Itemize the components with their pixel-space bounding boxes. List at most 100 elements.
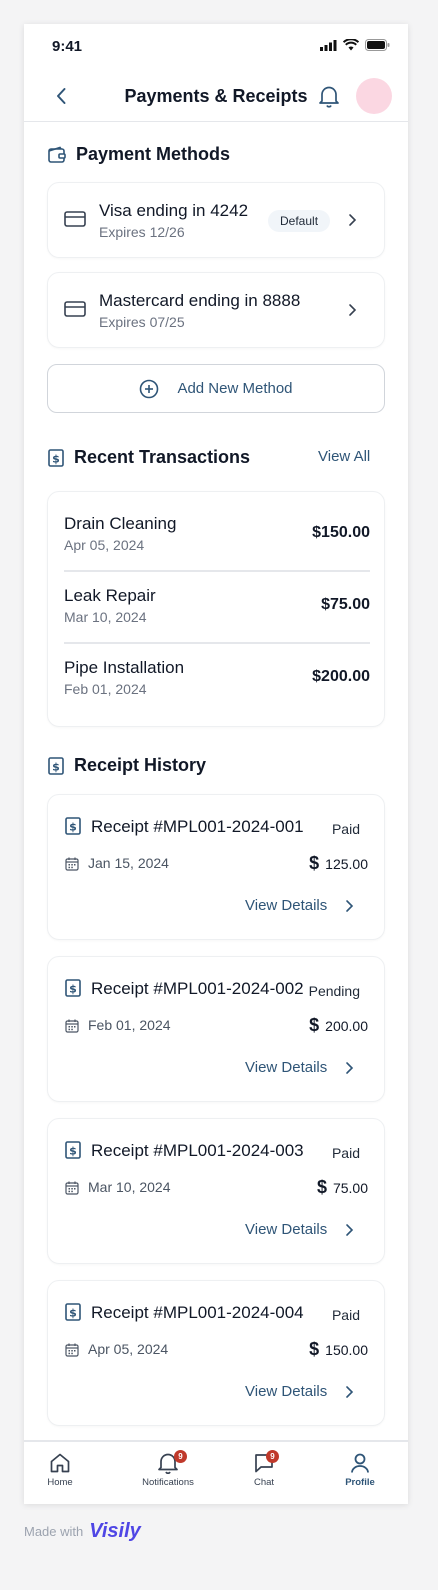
made-with-footer: Made with Visily — [24, 1520, 141, 1543]
section-payment-methods: Payment Methods — [48, 144, 230, 165]
receipt-dollar-icon: $ — [48, 756, 64, 775]
receipt-dollar-icon: $ — [48, 448, 64, 467]
receipt-card: $ Receipt #MPL001-2024-004 Paid Apr 05, … — [47, 1280, 385, 1426]
signal-icon — [320, 39, 337, 51]
currency-symbol: $ — [309, 1339, 320, 1359]
bottom-nav: Home 9 Notifications 9 Chat Profile — [24, 1440, 408, 1504]
nav-item-profile[interactable]: Profile — [312, 1452, 408, 1504]
view-details-link[interactable]: View Details — [245, 1383, 327, 1400]
svg-text:$: $ — [69, 821, 77, 834]
view-details-link[interactable]: View Details — [245, 897, 327, 914]
receipt-dollar-icon: $ — [65, 1141, 81, 1159]
card-name: Mastercard ending in 8888 — [99, 291, 301, 310]
receipt-status: Paid — [331, 1145, 360, 1161]
phone-frame: 9:41 Payments & Receipts Payment Methods… — [24, 24, 408, 1504]
transaction-row[interactable]: Drain Cleaning Apr 05, 2024 $150.00 — [64, 500, 370, 572]
credit-card-icon — [64, 301, 86, 317]
transaction-amount: $150.00 — [312, 524, 370, 541]
made-with-text: Made with — [24, 1524, 84, 1539]
payment-method-card[interactable]: Visa ending in 4242 Expires 12/26 Defaul… — [47, 182, 385, 258]
card-expiry: Expires 07/25 — [99, 314, 185, 330]
svg-text:$: $ — [52, 452, 60, 465]
page-title: Payments & Receipts — [124, 86, 308, 106]
chevron-right-icon[interactable] — [344, 1223, 354, 1237]
nav-item-notifications[interactable]: 9 Notifications — [120, 1450, 216, 1504]
receipt-date: Apr 05, 2024 — [88, 1341, 169, 1357]
app-header: Payments & Receipts — [24, 76, 408, 122]
currency-symbol: $ — [309, 1015, 320, 1035]
svg-text:$: $ — [69, 1307, 77, 1320]
add-new-method-button[interactable]: Add New Method — [47, 364, 385, 413]
wifi-icon — [343, 39, 359, 51]
chevron-right-icon[interactable] — [344, 1385, 354, 1399]
nav-item-chat[interactable]: 9 Chat — [216, 1450, 312, 1504]
notification-badge: 9 — [174, 1450, 187, 1463]
calendar-icon — [65, 1181, 79, 1195]
receipt-status: Pending — [308, 983, 360, 999]
transaction-row[interactable]: Leak Repair Mar 10, 2024 $75.00 — [64, 572, 370, 644]
section-title-text: Payment Methods — [76, 144, 231, 164]
svg-text:$: $ — [52, 760, 60, 773]
receipt-dollar-icon: $ — [65, 817, 81, 835]
receipt-card: $ Receipt #MPL001-2024-002 Pending Feb 0… — [47, 956, 385, 1102]
avatar[interactable] — [356, 78, 392, 114]
default-badge: Default — [268, 210, 331, 232]
receipt-title: Receipt #MPL001-2024-003 — [91, 1141, 304, 1160]
nav-label: Profile — [345, 1477, 375, 1488]
bell-icon[interactable] — [318, 84, 340, 108]
plus-circle-icon — [140, 379, 159, 398]
section-title-text: Receipt History — [74, 755, 207, 775]
transaction-name: Drain Cleaning — [64, 514, 177, 533]
user-icon — [351, 1453, 369, 1473]
receipt-status: Paid — [331, 821, 360, 837]
receipt-title: Receipt #MPL001-2024-004 — [91, 1303, 304, 1322]
home-icon — [50, 1453, 70, 1473]
chat-badge: 9 — [266, 1450, 279, 1463]
receipt-amount: $ 75.00 — [317, 1177, 368, 1198]
receipt-amount: $ 150.00 — [309, 1339, 368, 1360]
receipt-dollar-icon: $ — [65, 979, 81, 997]
currency-symbol: $ — [309, 853, 320, 873]
transaction-amount: $200.00 — [312, 668, 370, 685]
chevron-right-icon[interactable] — [347, 213, 357, 227]
payment-method-card[interactable]: Mastercard ending in 8888 Expires 07/25 — [47, 272, 385, 348]
calendar-icon — [65, 1343, 79, 1357]
view-details-link[interactable]: View Details — [245, 1059, 327, 1076]
card-name: Visa ending in 4242 — [99, 201, 249, 220]
receipt-card: $ Receipt #MPL001-2024-003 Paid Mar 10, … — [47, 1118, 385, 1264]
receipt-amount-value: 200.00 — [325, 1017, 368, 1034]
section-title-text: Recent Transactions — [74, 447, 251, 467]
transaction-date: Apr 05, 2024 — [64, 537, 145, 553]
visily-logo[interactable]: Visily — [89, 1520, 141, 1543]
receipt-amount-value: 125.00 — [325, 855, 368, 872]
receipt-amount: $ 200.00 — [309, 1015, 368, 1036]
credit-card-icon — [64, 211, 86, 227]
receipt-amount-value: 150.00 — [325, 1341, 368, 1358]
status-time: 9:41 — [52, 38, 83, 55]
chevron-right-icon[interactable] — [347, 303, 357, 317]
nav-label: Chat — [253, 1477, 275, 1488]
transaction-name: Pipe Installation — [64, 658, 185, 677]
receipt-card: $ Receipt #MPL001-2024-001 Paid Jan 15, … — [47, 794, 385, 940]
transaction-date: Mar 10, 2024 — [64, 609, 147, 625]
currency-symbol: $ — [316, 1177, 327, 1197]
transaction-name: Leak Repair — [64, 586, 156, 605]
svg-text:$: $ — [69, 1145, 77, 1158]
receipt-date: Mar 10, 2024 — [88, 1179, 171, 1195]
receipt-amount-value: 75.00 — [332, 1179, 368, 1196]
receipt-title: Receipt #MPL001-2024-001 — [91, 817, 304, 836]
svg-text:$: $ — [69, 983, 77, 996]
section-recent-transactions: $ Recent Transactions — [48, 447, 250, 468]
chevron-right-icon[interactable] — [344, 1061, 354, 1075]
nav-item-home[interactable]: Home — [24, 1452, 108, 1504]
status-bar: 9:41 — [24, 24, 408, 68]
transaction-amount: $75.00 — [321, 596, 370, 613]
receipt-amount: $ 125.00 — [309, 853, 368, 874]
status-icons — [320, 39, 390, 51]
section-receipt-history: $ Receipt History — [48, 755, 206, 776]
view-all-link[interactable]: View All — [318, 448, 370, 465]
chevron-right-icon[interactable] — [344, 899, 354, 913]
receipt-date: Jan 15, 2024 — [88, 855, 169, 871]
view-details-link[interactable]: View Details — [245, 1221, 327, 1238]
transaction-row[interactable]: Pipe Installation Feb 01, 2024 $200.00 — [64, 644, 370, 716]
